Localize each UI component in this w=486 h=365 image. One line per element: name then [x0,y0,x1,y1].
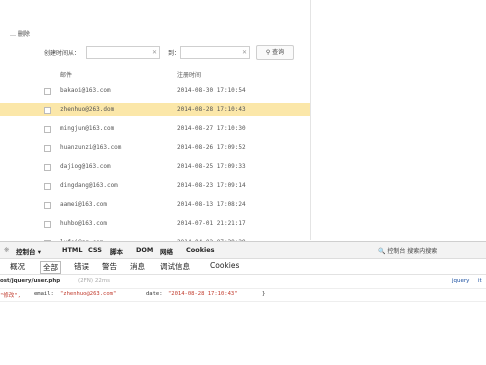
row-email: mingjun@163.com [60,125,115,132]
clear-icon[interactable]: ✕ [242,47,247,58]
row-email: zhenhuo@263.dom [60,106,115,113]
row-time: 2014-08-30 17:10:54 [177,87,246,94]
table-row[interactable]: dingdang@163.com 2014-08-23 17:09:14 [0,179,310,192]
row-email: huanzunzi@163.com [60,144,122,151]
table-row[interactable]: aamei@163.com 2014-08-13 17:08:24 [0,198,310,211]
console-filter-bar: 概况 全部 错误 警告 消息 调试信息 Cookies [0,259,486,275]
search-icon: ⚲ [265,49,271,56]
date-to-input[interactable]: ✕ [180,46,250,59]
table-row[interactable]: bakaoi@163.com 2014-08-30 17:10:54 [0,84,310,97]
table-row[interactable]: zhenhuo@263.dom 2014-08-28 17:10:43 [0,103,310,116]
tab-cookies[interactable]: Cookies [186,246,215,254]
request-meta: (2FN) 22ms [78,278,111,284]
response-email-key: email: [34,291,54,297]
row-email: huhbo@163.com [60,220,107,227]
row-checkbox[interactable] [44,88,51,95]
grid-toolbar: … 删除 [0,28,310,41]
row-checkbox[interactable] [44,202,51,209]
request-url[interactable]: ost/jquery/user.php [0,278,60,284]
column-header-email[interactable]: 邮件 [60,70,72,79]
search-button[interactable]: ⚲ 查询 [256,45,294,60]
row-time: 2014-08-28 17:10:43 [177,106,246,113]
row-time: 2014-07-01 21:21:17 [177,220,246,227]
subtab-warnings[interactable]: 警告 [102,261,117,272]
devtools-tabbar: ❋ 控制台 ▾ HTML CSS 脚本 DOM 网络 Cookies 🔍 控制台… [0,242,486,259]
request-source-link[interactable]: jquery [452,278,469,284]
search-button-label: 查询 [272,49,285,56]
datagrid-panel: … 删除 创建时间从： ✕ 到： ✕ ⚲ 查询 邮件 注册时间 bakaoi@1… [0,0,311,266]
row-checkbox[interactable] [44,221,51,228]
row-checkbox[interactable] [44,164,51,171]
request-line-link[interactable]: it [478,278,482,284]
column-header-time[interactable]: 注册时间 [177,70,201,79]
row-email: bakaoi@163.com [60,87,111,94]
row-time: 2014-08-25 17:09:33 [177,163,246,170]
row-email: dajiog@163.com [60,163,111,170]
devtools-panel: ❋ 控制台 ▾ HTML CSS 脚本 DOM 网络 Cookies 🔍 控制台… [0,241,486,365]
tab-console[interactable]: 控制台 ▾ [16,246,41,256]
table-row[interactable]: mingjun@163.com 2014-08-27 17:10:30 [0,122,310,135]
devtools-search[interactable]: 🔍 控制台 搜索内搜索 [378,246,437,255]
response-date-key: date: [146,291,163,297]
tab-script[interactable]: 脚本 [110,246,123,256]
row-email: aamei@163.com [60,201,107,208]
row-email: dingdang@163.com [60,182,118,189]
created-from-label: 创建时间从： [44,50,81,57]
clear-icon[interactable]: ✕ [152,47,157,58]
table-row[interactable]: dajiog@163.com 2014-08-25 17:09:33 [0,160,310,173]
to-label: 到： [168,50,181,57]
table-row[interactable]: huhbo@163.com 2014-07-01 21:21:17 [0,217,310,230]
subtab-debug[interactable]: 调试信息 [160,261,190,272]
row-time: 2014-08-27 17:10:30 [177,125,246,132]
console-response-row: "修改", email: "zhenhuo@263.com" date: "20… [0,289,486,302]
row-time: 2014-08-13 17:08:24 [177,201,246,208]
response-email-value: "zhenhuo@263.com" [60,291,117,297]
row-checkbox[interactable] [44,107,51,114]
subtab-all[interactable]: 全部 [40,261,61,274]
table-row[interactable]: huanzunzi@163.com 2014-08-26 17:09:52 [0,141,310,154]
date-from-input[interactable]: ✕ [86,46,160,59]
console-request-row[interactable]: ost/jquery/user.php (2FN) 22ms jquery it [0,276,486,289]
tab-dom[interactable]: DOM [136,246,153,254]
row-checkbox[interactable] [44,183,51,190]
subtab-cookies[interactable]: Cookies [210,261,239,270]
tab-net[interactable]: 网络 [160,246,173,256]
subtab-overview[interactable]: 概况 [10,261,25,272]
firebug-icon[interactable]: ❋ [4,246,9,254]
row-time: 2014-08-26 17:09:52 [177,144,246,151]
tab-html[interactable]: HTML [62,246,82,254]
row-time: 2014-08-23 17:09:14 [177,182,246,189]
response-prefix: "修改", [0,293,21,299]
filter-bar: 创建时间从： ✕ 到： ✕ ⚲ 查询 [0,44,310,60]
response-date-value: "2014-08-28 17:10:43" [168,291,238,297]
subtab-info[interactable]: 消息 [130,261,145,272]
subtab-errors[interactable]: 错误 [74,261,89,272]
response-suffix: } [262,291,266,297]
row-checkbox[interactable] [44,126,51,133]
row-checkbox[interactable] [44,145,51,152]
delete-button[interactable]: … 删除 [10,28,30,41]
tab-css[interactable]: CSS [88,246,102,254]
